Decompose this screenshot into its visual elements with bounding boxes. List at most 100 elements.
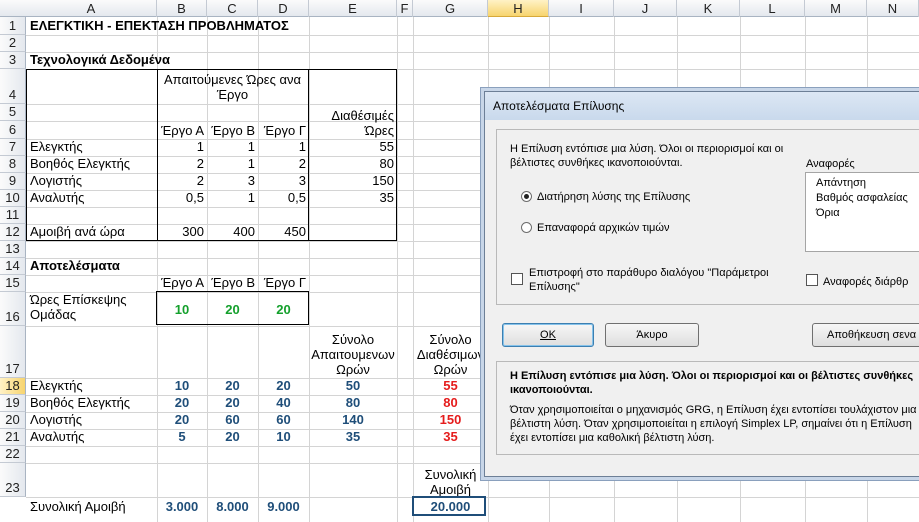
ok-button[interactable]: OK [502, 323, 594, 347]
row-header-14[interactable]: 14 [0, 258, 26, 275]
cell-g22-total-fee[interactable]: Συνολική Αμοιβή [413, 463, 488, 497]
cell-g19[interactable]: 150 [413, 412, 488, 428]
report-limits[interactable]: Όρια [816, 206, 840, 220]
cell-d5-project-c[interactable]: Έργο Γ [258, 121, 309, 138]
return-to-dialog-checkbox[interactable] [511, 273, 523, 285]
cell-a7[interactable]: Βοηθός Ελεγκτής [27, 156, 157, 172]
report-answer[interactable]: Απάντηση [816, 176, 866, 190]
cell-b4-required-hours[interactable]: Απαιτούμενες Ώρες ανα Έργο [157, 70, 308, 104]
cell-g20[interactable]: 35 [413, 429, 488, 445]
cell-a20[interactable]: Αναλυτής [27, 429, 157, 445]
cell-b19[interactable]: 20 [157, 412, 207, 428]
cell-a13-results-header[interactable]: Αποτελέσματα [27, 258, 157, 274]
keep-solution-radio[interactable] [521, 191, 532, 202]
cell-a6[interactable]: Ελεγκτής [27, 139, 157, 155]
cell-e5-available-hours[interactable]: Διαθέσιμές Ώρες [309, 104, 397, 138]
cell-b15[interactable]: 10 [157, 292, 207, 326]
column-header-h[interactable]: H [488, 0, 549, 17]
column-header-d[interactable]: D [258, 0, 309, 17]
cell-d7[interactable]: 2 [258, 156, 309, 172]
cancel-button[interactable]: Άκυρο [605, 323, 699, 347]
cell-d17[interactable]: 20 [258, 378, 309, 394]
cell-c17[interactable]: 20 [207, 378, 258, 394]
cell-e6[interactable]: 55 [309, 139, 397, 155]
cell-b18[interactable]: 20 [157, 395, 207, 411]
cell-a18[interactable]: Βοηθός Ελεγκτής [27, 395, 157, 411]
cell-e9[interactable]: 35 [309, 190, 397, 206]
row-header-8[interactable]: 8 [0, 156, 26, 173]
row-header-19[interactable]: 19 [0, 395, 26, 412]
cell-b17[interactable]: 10 [157, 378, 207, 394]
column-header-g[interactable]: G [413, 0, 488, 17]
cell-b7[interactable]: 2 [157, 156, 207, 172]
outline-reports-label[interactable]: Αναφορές διάρθρ [823, 275, 908, 289]
row-header-15[interactable]: 15 [0, 275, 26, 292]
cell-b5-project-a[interactable]: Έργο Α [157, 121, 207, 138]
row-header-21[interactable]: 21 [0, 429, 26, 446]
cell-d18[interactable]: 40 [258, 395, 309, 411]
row-header-3[interactable]: 3 [0, 52, 26, 69]
cell-a3-tech-header[interactable]: Τεχνολογικά Δεδομένα [27, 52, 207, 68]
column-header-n[interactable]: N [867, 0, 919, 17]
solver-results-dialog[interactable]: Αποτελέσματα Επίλυσης Η Επίλυση εντόπισε… [484, 91, 919, 477]
cell-d20[interactable]: 10 [258, 429, 309, 445]
cell-c8[interactable]: 3 [207, 173, 258, 189]
cell-c23[interactable]: 8.000 [207, 498, 258, 515]
column-header-m[interactable]: M [805, 0, 867, 17]
cell-a15-visit-hours[interactable]: Ώρες Επίσκεψης Ομάδας [27, 292, 157, 326]
row-header-4[interactable]: 4 [0, 69, 26, 104]
cell-c20[interactable]: 20 [207, 429, 258, 445]
cell-e16-total-required[interactable]: Σύνολο Απαιτουμενων Ωρών [309, 326, 397, 377]
cell-b9[interactable]: 0,5 [157, 190, 207, 206]
row-header-1[interactable]: 1 [0, 17, 26, 35]
cell-b20[interactable]: 5 [157, 429, 207, 445]
row-header-16[interactable]: 16 [0, 292, 26, 326]
cell-c18[interactable]: 20 [207, 395, 258, 411]
cell-a11-fee-label[interactable]: Αμοιβή ανά ώρα [27, 224, 157, 240]
row-header-12[interactable]: 12 [0, 224, 26, 241]
row-header-13[interactable]: 13 [0, 241, 26, 258]
row-header-10[interactable]: 10 [0, 190, 26, 207]
cell-g18[interactable]: 80 [413, 395, 488, 411]
cell-g17[interactable]: 55 [413, 378, 488, 394]
cell-d15[interactable]: 20 [258, 292, 309, 326]
outline-reports-checkbox[interactable] [806, 274, 818, 286]
cell-c9[interactable]: 1 [207, 190, 258, 206]
dialog-title[interactable]: Αποτελέσματα Επίλυσης [485, 92, 919, 120]
row-header-6[interactable]: 6 [0, 121, 26, 139]
row-header-20[interactable]: 20 [0, 412, 26, 429]
column-header-l[interactable]: L [740, 0, 805, 17]
row-header-9[interactable]: 9 [0, 173, 26, 190]
cell-c19[interactable]: 60 [207, 412, 258, 428]
report-sensitivity[interactable]: Βαθμός ασφαλείας [816, 191, 908, 205]
row-header-17[interactable]: 17 [0, 326, 26, 378]
cell-d9[interactable]: 0,5 [258, 190, 309, 206]
cell-a19[interactable]: Λογιστής [27, 412, 157, 428]
cell-a9[interactable]: Αναλυτής [27, 190, 157, 206]
cell-e20[interactable]: 35 [309, 429, 397, 445]
cell-c11[interactable]: 400 [207, 224, 258, 240]
row-header-11[interactable]: 11 [0, 207, 26, 224]
column-header-k[interactable]: K [677, 0, 740, 17]
cell-a17[interactable]: Ελεγκτής [27, 378, 157, 394]
cell-b23[interactable]: 3.000 [157, 498, 207, 515]
cell-e19[interactable]: 140 [309, 412, 397, 428]
cell-a23-total-fee-label[interactable]: Συνολική Αμοιβή [27, 498, 157, 515]
row-header-23[interactable]: 23 [0, 463, 26, 497]
cell-d11[interactable]: 450 [258, 224, 309, 240]
cell-b6[interactable]: 1 [157, 139, 207, 155]
cell-g23-grand-total[interactable]: 20.000 [413, 498, 488, 515]
cell-b14[interactable]: Έργο Α [157, 275, 207, 291]
column-header-a[interactable]: A [26, 0, 157, 17]
cell-e17[interactable]: 50 [309, 378, 397, 394]
cell-g16-total-available[interactable]: Σύνολο Διαθέσιμων Ωρών [413, 326, 488, 377]
return-to-dialog-label[interactable]: Επιστροφή στο παράθυρο διαλόγου "Παράμετ… [529, 266, 819, 294]
cell-c6[interactable]: 1 [207, 139, 258, 155]
row-header-7[interactable]: 7 [0, 139, 26, 156]
cell-c14[interactable]: Έργο Β [207, 275, 258, 291]
cell-e8[interactable]: 150 [309, 173, 397, 189]
cell-a1-title[interactable]: ΕΛΕΓΚΤΙΚΗ - ΕΠΕΚΤΑΣΗ ΠΡΟΒΛΗΜΑΤΟΣ [27, 18, 407, 34]
row-header-5[interactable]: 5 [0, 104, 26, 121]
cell-c5-project-b[interactable]: Έργο Β [207, 121, 258, 138]
cell-e18[interactable]: 80 [309, 395, 397, 411]
